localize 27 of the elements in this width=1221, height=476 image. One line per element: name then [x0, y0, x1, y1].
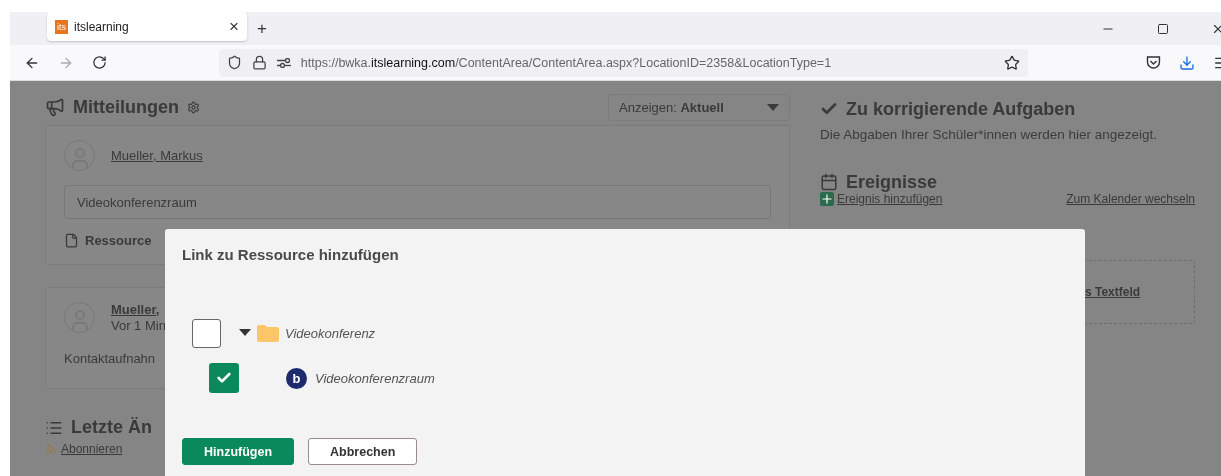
cancel-button[interactable]: Abbrechen [308, 438, 418, 465]
message-field[interactable]: Videokonferenzraum [64, 185, 771, 219]
section-title: Zu korrigierende Aufgaben [846, 98, 1076, 120]
section-title: Ereignisse [846, 171, 938, 193]
favicon: its [55, 19, 68, 34]
textfield-link[interactable]: s Textfeld [1085, 285, 1141, 299]
post-time: Vor 1 Min [111, 318, 166, 333]
add-event-link[interactable]: Ereignis hinzufügen [837, 192, 943, 206]
browser-tab[interactable]: its itslearning × [47, 12, 247, 41]
new-tab-button[interactable]: + [257, 20, 267, 37]
calendar-link[interactable]: Zum Kalender wechseln [1066, 192, 1195, 206]
logo-icon: b [286, 367, 307, 389]
tab-title: itslearning [74, 19, 130, 34]
add-button[interactable]: Hinzufügen [182, 438, 295, 465]
section-title: Letzte Än [71, 417, 152, 438]
subscribe-link[interactable]: Abonnieren [61, 442, 123, 456]
author-link[interactable]: Mueller, Markus [111, 148, 203, 163]
item-label[interactable]: Videokonferenz [285, 325, 376, 341]
dialog-title: Link zu Ressource hinzufügen [182, 246, 400, 263]
info-text: Die Abgaben Ihrer Schüler*innen werden hier angezeigt. [820, 127, 1158, 142]
resource-label[interactable]: Ressource [85, 233, 152, 248]
author-link[interactable]: Mueller, [111, 302, 166, 317]
filter-dropdown[interactable]: Anzeigen: Aktuell [608, 93, 790, 121]
section-title: Mitteilungen [73, 96, 179, 118]
item-label[interactable]: Videokonferenzraum [315, 370, 435, 386]
close-tab-button[interactable]: × [229, 18, 239, 35]
post-text: Kontaktaufnahn [64, 351, 157, 366]
